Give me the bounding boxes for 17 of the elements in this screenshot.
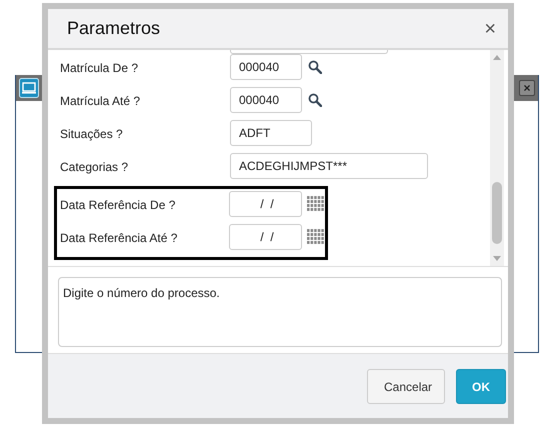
- close-button[interactable]: ×: [484, 18, 496, 38]
- input-field[interactable]: 000040: [230, 54, 302, 80]
- input-field[interactable]: / /: [228, 191, 302, 217]
- field-label: Data Referência De ?: [60, 197, 176, 214]
- input-field[interactable]: ACDEGHIJMPST***: [230, 153, 428, 179]
- field-label: Matrícula Até ?: [60, 93, 142, 110]
- input-field[interactable]: ADFT: [230, 120, 312, 146]
- help-text: Digite o número do processo.: [58, 277, 502, 347]
- cancel-button[interactable]: Cancelar: [367, 369, 445, 404]
- field-label: Situações ?: [60, 126, 124, 143]
- dialog-title: Parametros: [67, 17, 160, 40]
- input-field[interactable]: / /: [228, 224, 302, 250]
- input-field[interactable]: 000040: [230, 87, 302, 113]
- field-label: Categorias ?: [60, 159, 130, 176]
- field-label: Matrícula De ?: [60, 60, 140, 77]
- close-button[interactable]: ×: [519, 80, 535, 96]
- field-label: Data Referência Até ?: [60, 230, 178, 247]
